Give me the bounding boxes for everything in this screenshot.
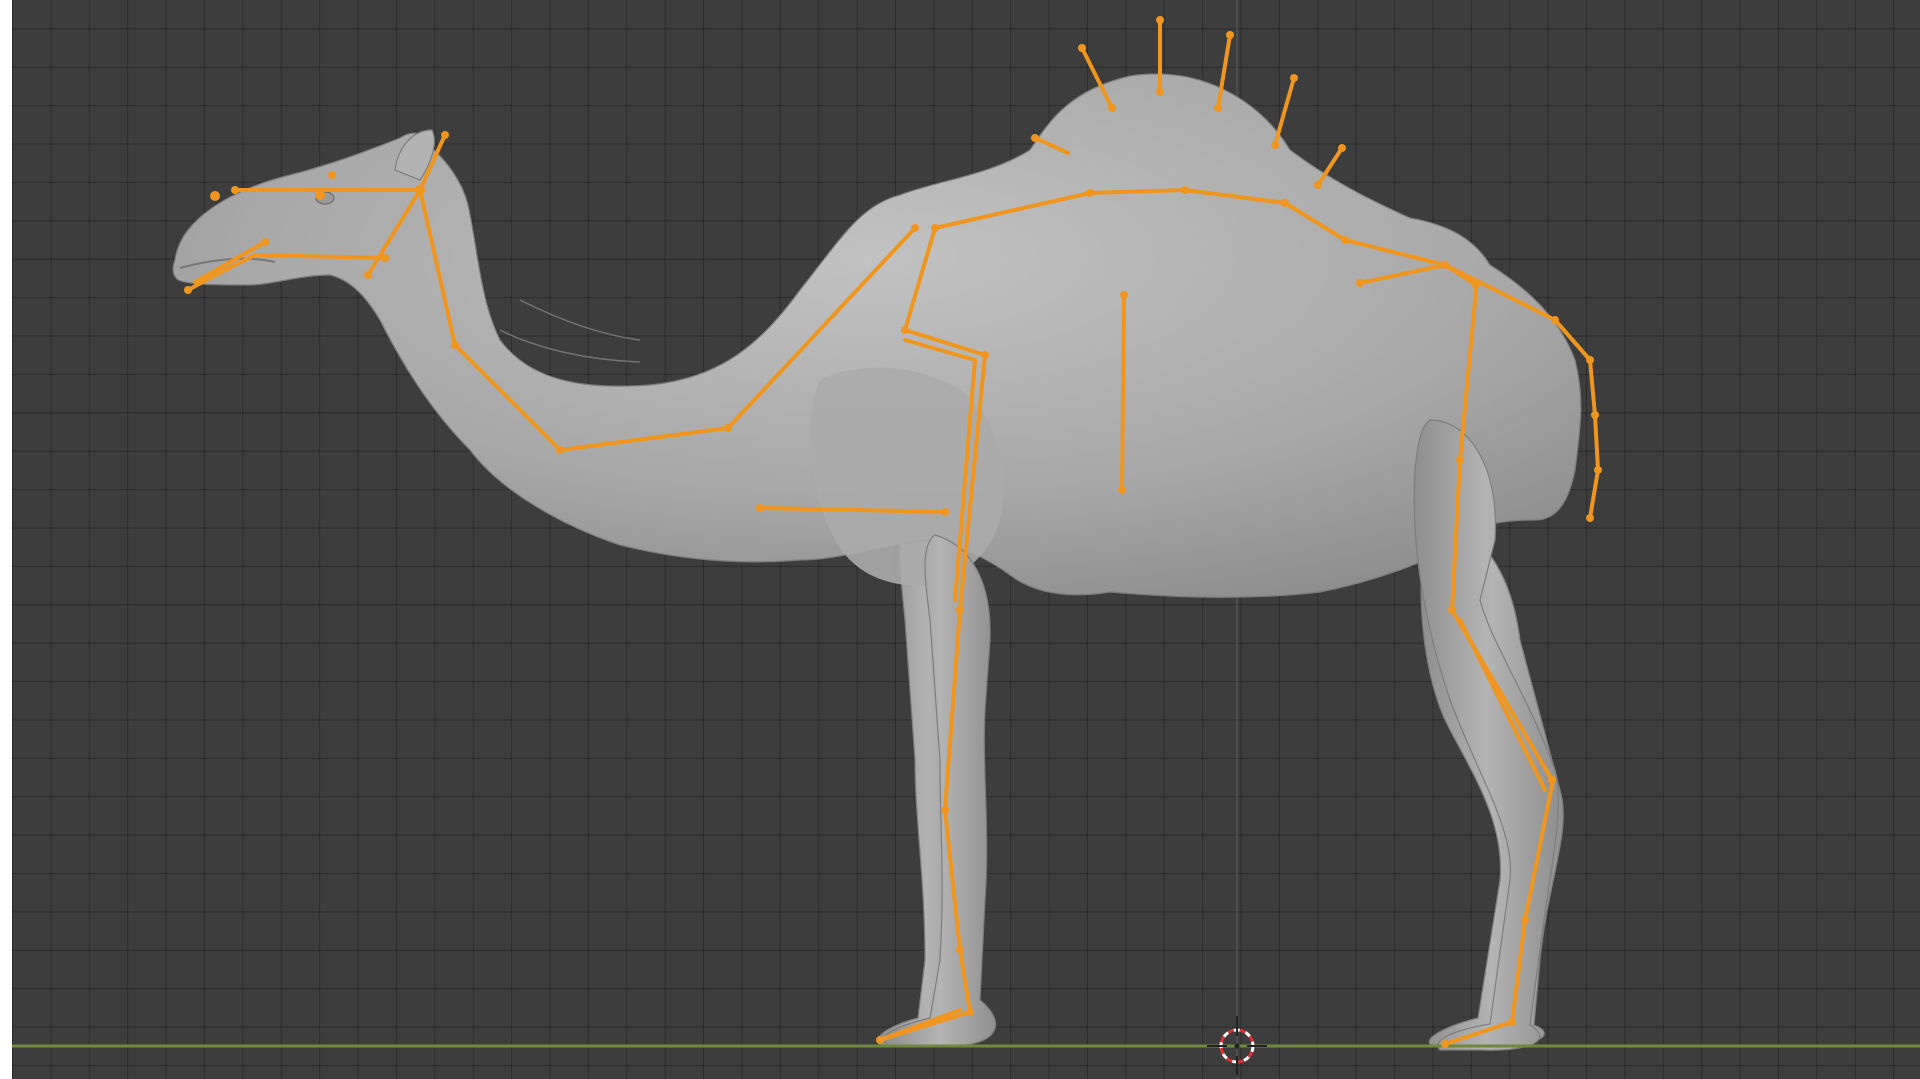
- bone-belly[interactable]: [1120, 293, 1126, 492]
- 3d-cursor-icon[interactable]: [1207, 1016, 1267, 1076]
- neck-wrinkles: [499, 299, 641, 363]
- viewport-scene[interactable]: [12, 0, 1920, 1079]
- camel-mesh[interactable]: [172, 73, 1582, 1051]
- 3d-viewport[interactable]: [12, 0, 1920, 1079]
- near-front-leg[interactable]: [883, 534, 997, 1047]
- bone-hump-4[interactable]: [1273, 76, 1296, 147]
